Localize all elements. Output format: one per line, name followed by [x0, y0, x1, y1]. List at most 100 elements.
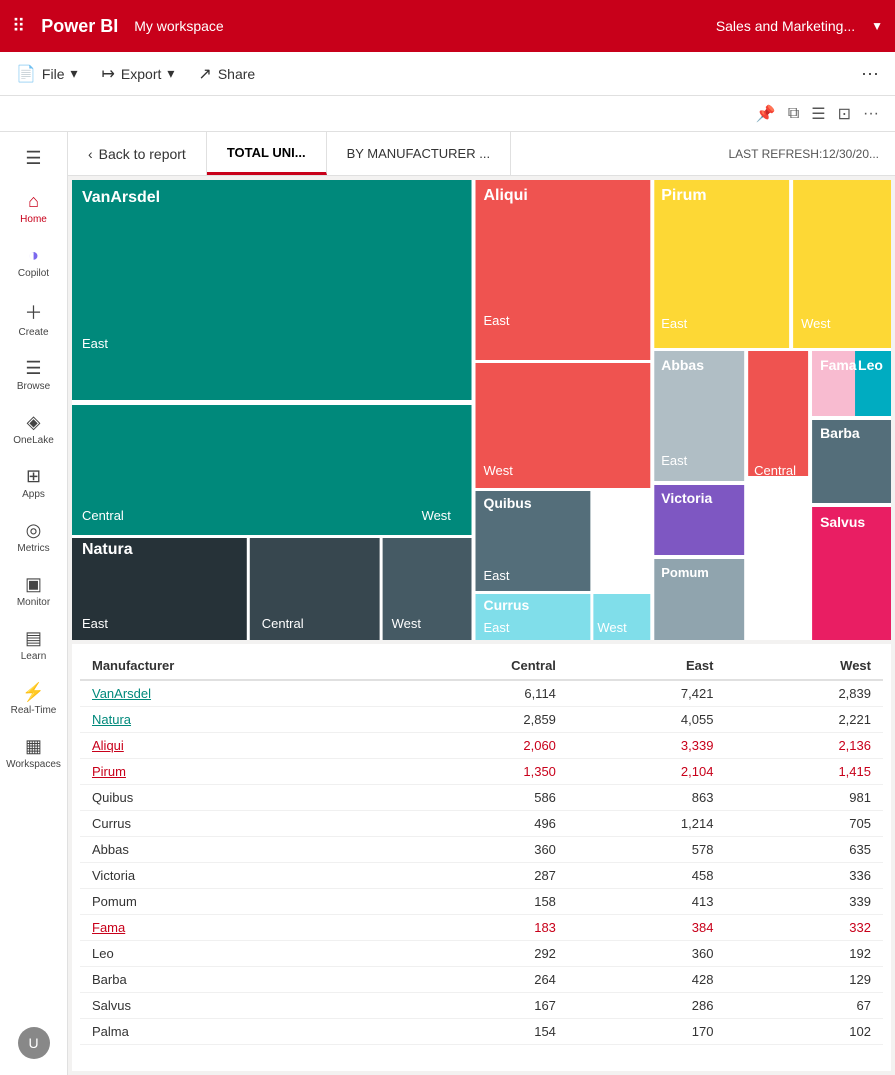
- create-icon: ＋: [25, 299, 43, 325]
- tab-total-units[interactable]: TOTAL UNI...: [207, 132, 327, 175]
- user-avatar[interactable]: U: [18, 1027, 50, 1059]
- more-visual-options-icon[interactable]: ···: [863, 105, 879, 123]
- table-row: Abbas 360 578 635: [80, 837, 883, 863]
- file-menu[interactable]: 📄 File ▾: [16, 64, 78, 84]
- cell-manufacturer[interactable]: Victoria: [80, 863, 376, 889]
- cell-east: 428: [568, 967, 726, 993]
- home-icon: ⌂: [28, 191, 39, 212]
- toolbar: 📄 File ▾ ↦ Export ▾ ↗ Share ···: [0, 52, 895, 96]
- sidebar-item-monitor[interactable]: ▣ Monitor: [0, 566, 67, 616]
- svg-text:West: West: [422, 508, 452, 523]
- cell-manufacturer[interactable]: VanArsdel: [80, 680, 376, 707]
- app-logo: Power BI: [41, 16, 118, 37]
- cell-central: 167: [376, 993, 568, 1019]
- share-menu[interactable]: ↗ Share: [198, 64, 255, 84]
- svg-text:East: East: [483, 313, 509, 328]
- sidebar-item-metrics[interactable]: ◎ Metrics: [0, 512, 67, 562]
- duplicate-icon[interactable]: ⧉: [788, 105, 799, 123]
- sidebar-item-onelake[interactable]: ◈ OneLake: [0, 404, 67, 454]
- tab2-label: BY MANUFACTURER ...: [347, 146, 491, 161]
- workspace-label[interactable]: My workspace: [134, 18, 223, 34]
- cell-manufacturer[interactable]: Abbas: [80, 837, 376, 863]
- sidebar-label-monitor: Monitor: [17, 597, 50, 608]
- hamburger-icon: ☰: [25, 148, 41, 169]
- sidebar-label-create: Create: [18, 327, 48, 338]
- sidebar-label-workspaces: Workspaces: [6, 759, 61, 770]
- tab1-label: TOTAL UNI...: [227, 145, 306, 160]
- cell-central: 360: [376, 837, 568, 863]
- cell-manufacturer[interactable]: Barba: [80, 967, 376, 993]
- cell-manufacturer[interactable]: Salvus: [80, 993, 376, 1019]
- pin-icon[interactable]: 📌: [756, 104, 776, 124]
- cell-east: 2,104: [568, 759, 726, 785]
- data-table: Manufacturer Central East West VanArsdel…: [72, 644, 891, 1071]
- export-menu[interactable]: ↦ Export ▾: [102, 64, 175, 84]
- sidebar-item-apps[interactable]: ⊞ Apps: [0, 458, 67, 508]
- cell-manufacturer[interactable]: Fama: [80, 915, 376, 941]
- cell-west: 67: [725, 993, 883, 1019]
- cell-east: 4,055: [568, 707, 726, 733]
- focus-mode-icon[interactable]: ⊡: [838, 104, 851, 124]
- table-header-row: Manufacturer Central East West: [80, 652, 883, 680]
- grid-icon[interactable]: ⠿: [12, 16, 25, 37]
- svg-text:Central: Central: [262, 616, 304, 631]
- svg-text:West: West: [597, 620, 627, 635]
- table-row: Fama 183 384 332: [80, 915, 883, 941]
- sidebar-item-menu[interactable]: ☰: [0, 140, 67, 179]
- treemap-chart[interactable]: VanArsdel East Central West Natura East …: [72, 180, 891, 640]
- cell-east: 1,214: [568, 811, 726, 837]
- svg-text:Central: Central: [82, 508, 124, 523]
- sidebar-label-apps: Apps: [22, 489, 45, 500]
- sidebar-item-home[interactable]: ⌂ Home: [0, 183, 67, 233]
- svg-text:Currus: Currus: [483, 597, 529, 613]
- svg-text:East: East: [661, 453, 687, 468]
- cell-west: 192: [725, 941, 883, 967]
- svg-text:Natura: Natura: [82, 541, 133, 558]
- cell-manufacturer[interactable]: Quibus: [80, 785, 376, 811]
- svg-text:West: West: [801, 316, 831, 331]
- cell-manufacturer[interactable]: Aliqui: [80, 733, 376, 759]
- col-header-manufacturer: Manufacturer: [80, 652, 376, 680]
- sidebar-item-browse[interactable]: ☰ Browse: [0, 350, 67, 400]
- content-area: ‹ Back to report TOTAL UNI... BY MANUFAC…: [68, 132, 895, 1075]
- export-icon: ↦: [102, 64, 115, 84]
- cell-manufacturer[interactable]: Currus: [80, 811, 376, 837]
- cell-manufacturer[interactable]: Pirum: [80, 759, 376, 785]
- share-icon: ↗: [198, 64, 211, 84]
- cell-west: 2,136: [725, 733, 883, 759]
- cell-central: 6,114: [376, 680, 568, 707]
- svg-text:East: East: [483, 620, 509, 635]
- cell-manufacturer[interactable]: Leo: [80, 941, 376, 967]
- sidebar-item-create[interactable]: ＋ Create: [0, 291, 67, 346]
- cell-west: 336: [725, 863, 883, 889]
- back-to-report-button[interactable]: ‹ Back to report: [68, 132, 207, 175]
- sidebar-label-browse: Browse: [17, 381, 50, 392]
- cell-west: 981: [725, 785, 883, 811]
- svg-text:West: West: [392, 616, 422, 631]
- cell-central: 2,060: [376, 733, 568, 759]
- tab-bar: ‹ Back to report TOTAL UNI... BY MANUFAC…: [68, 132, 895, 176]
- sidebar-label-home: Home: [20, 214, 47, 225]
- cell-manufacturer[interactable]: Natura: [80, 707, 376, 733]
- col-header-west: West: [725, 652, 883, 680]
- sidebar-item-workspaces[interactable]: ▦ Workspaces: [0, 728, 67, 778]
- report-title: Sales and Marketing...: [716, 18, 855, 34]
- more-options-icon[interactable]: ···: [861, 63, 879, 84]
- sidebar-label-copilot: Copilot: [18, 268, 49, 279]
- cell-central: 586: [376, 785, 568, 811]
- sidebar-item-copilot[interactable]: ◑ Copilot: [0, 237, 67, 287]
- cell-west: 339: [725, 889, 883, 915]
- cell-central: 154: [376, 1019, 568, 1045]
- learn-icon: ▤: [25, 628, 42, 649]
- cell-east: 360: [568, 941, 726, 967]
- cell-manufacturer[interactable]: Palma: [80, 1019, 376, 1045]
- title-dropdown-icon[interactable]: ▼: [871, 19, 883, 33]
- cell-manufacturer[interactable]: Pomum: [80, 889, 376, 915]
- cell-east: 286: [568, 993, 726, 1019]
- sidebar-item-realtime[interactable]: ⚡ Real-Time: [0, 674, 67, 724]
- cell-west: 102: [725, 1019, 883, 1045]
- tab-by-manufacturer[interactable]: BY MANUFACTURER ...: [327, 132, 512, 175]
- sidebar-item-learn[interactable]: ▤ Learn: [0, 620, 67, 670]
- filter-icon[interactable]: ☰: [811, 104, 825, 124]
- svg-text:Barba: Barba: [820, 425, 860, 441]
